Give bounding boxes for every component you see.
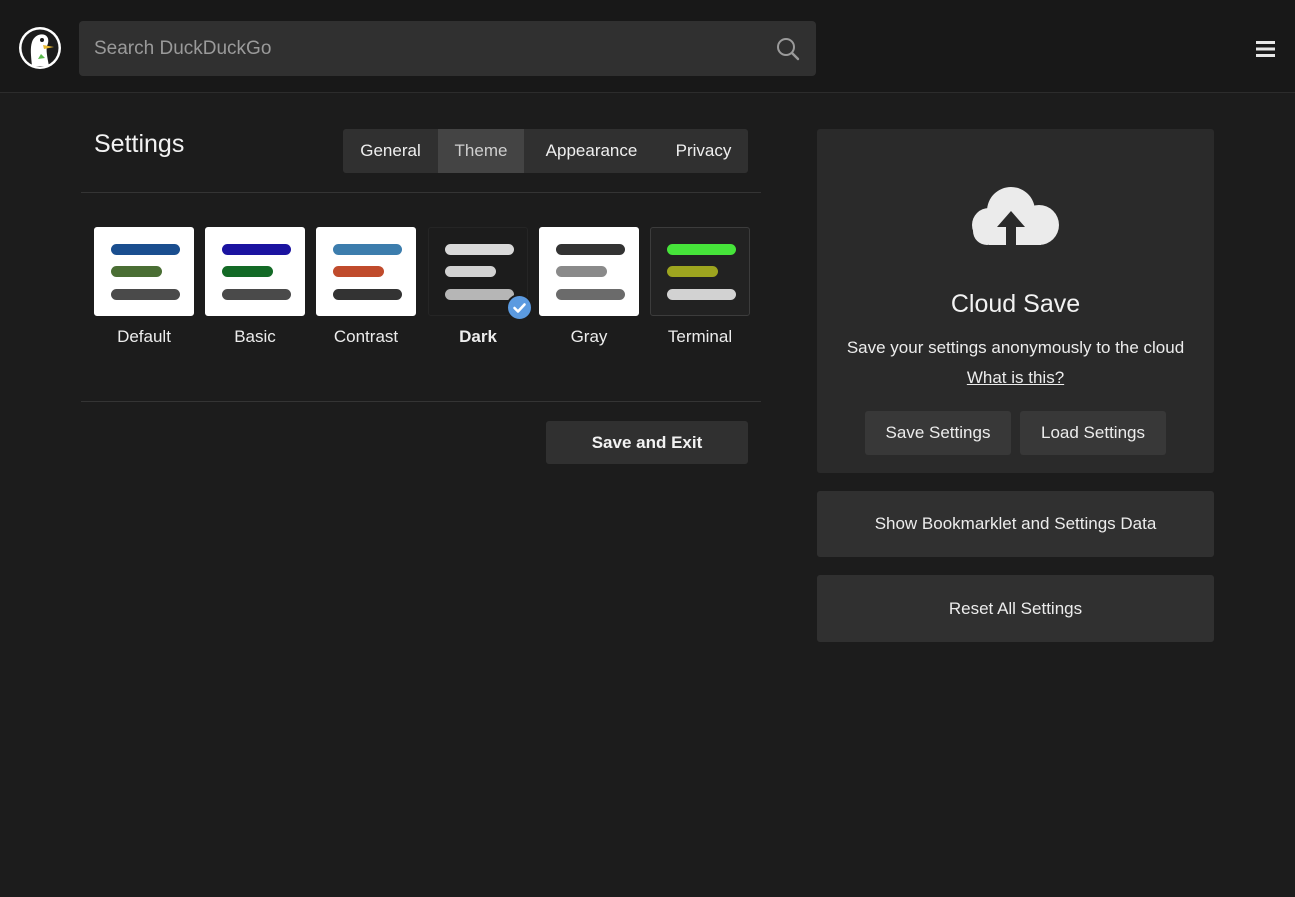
- theme-label: Contrast: [333, 327, 399, 346]
- swatch-bar: [445, 289, 514, 300]
- swatch-bar: [222, 289, 291, 300]
- theme-option-default[interactable]: Default: [94, 227, 194, 347]
- tab-appearance[interactable]: Appearance: [524, 129, 659, 173]
- cloud-save-card: Cloud Save Save your settings anonymousl…: [817, 129, 1214, 473]
- search-bar: [79, 21, 816, 76]
- theme-option-terminal[interactable]: Terminal: [650, 227, 750, 347]
- theme-label: Default: [117, 327, 171, 346]
- theme-swatch: [428, 227, 533, 321]
- reset-all-settings-button[interactable]: Reset All Settings: [817, 575, 1214, 642]
- cloud-save-title: Cloud Save: [950, 290, 1081, 318]
- theme-label: Gray: [570, 327, 608, 346]
- theme-option-contrast[interactable]: Contrast: [316, 227, 416, 347]
- theme-label: Dark: [459, 327, 497, 346]
- swatch-bar: [333, 289, 402, 300]
- search-input[interactable]: [79, 21, 759, 76]
- cloud-upload-icon: [967, 185, 1063, 249]
- swatch-bar: [445, 244, 514, 255]
- header: [0, 0, 1295, 93]
- swatch-bar: [111, 266, 162, 277]
- search-icon[interactable]: [776, 37, 800, 61]
- hamburger-menu-icon[interactable]: [1256, 41, 1275, 57]
- swatch-bar: [556, 289, 625, 300]
- theme-swatch: [205, 227, 305, 316]
- tab-privacy[interactable]: Privacy: [659, 129, 748, 173]
- swatch-bar: [222, 266, 273, 277]
- swatch-bar: [556, 244, 625, 255]
- swatch-bar: [667, 289, 736, 300]
- swatch-bar: [333, 244, 402, 255]
- cloud-save-description: Save your settings anonymously to the cl…: [846, 338, 1185, 357]
- what-is-this-link[interactable]: What is this?: [817, 368, 1214, 388]
- theme-swatch: [94, 227, 194, 316]
- theme-option-dark[interactable]: Dark: [428, 227, 533, 347]
- duckduckgo-logo-icon[interactable]: [18, 26, 62, 70]
- swatch-bar: [445, 266, 496, 277]
- swatch-bar: [667, 266, 718, 277]
- tab-theme[interactable]: Theme: [438, 129, 524, 173]
- theme-swatch: [316, 227, 416, 316]
- swatch-bar: [333, 266, 384, 277]
- divider: [81, 401, 761, 402]
- save-settings-button[interactable]: Save Settings: [865, 411, 1011, 455]
- theme-option-gray[interactable]: Gray: [539, 227, 639, 347]
- swatch-bar: [667, 244, 736, 255]
- swatch-bar: [111, 244, 180, 255]
- theme-label: Terminal: [667, 327, 733, 346]
- swatch-bar: [222, 244, 291, 255]
- swatch-bar: [556, 266, 607, 277]
- settings-tabs: General Theme Appearance Privacy: [343, 129, 748, 173]
- page-title: Settings: [94, 130, 185, 158]
- tab-general[interactable]: General: [343, 129, 438, 173]
- swatch-bar: [111, 289, 180, 300]
- show-bookmarklet-button[interactable]: Show Bookmarklet and Settings Data: [817, 491, 1214, 557]
- save-and-exit-button[interactable]: Save and Exit: [546, 421, 748, 464]
- theme-swatch: [539, 227, 639, 316]
- theme-label: Basic: [234, 327, 276, 346]
- load-settings-button[interactable]: Load Settings: [1020, 411, 1166, 455]
- theme-option-basic[interactable]: Basic: [205, 227, 305, 347]
- selected-check-icon: [506, 294, 533, 321]
- theme-swatch: [650, 227, 750, 316]
- divider: [81, 192, 761, 193]
